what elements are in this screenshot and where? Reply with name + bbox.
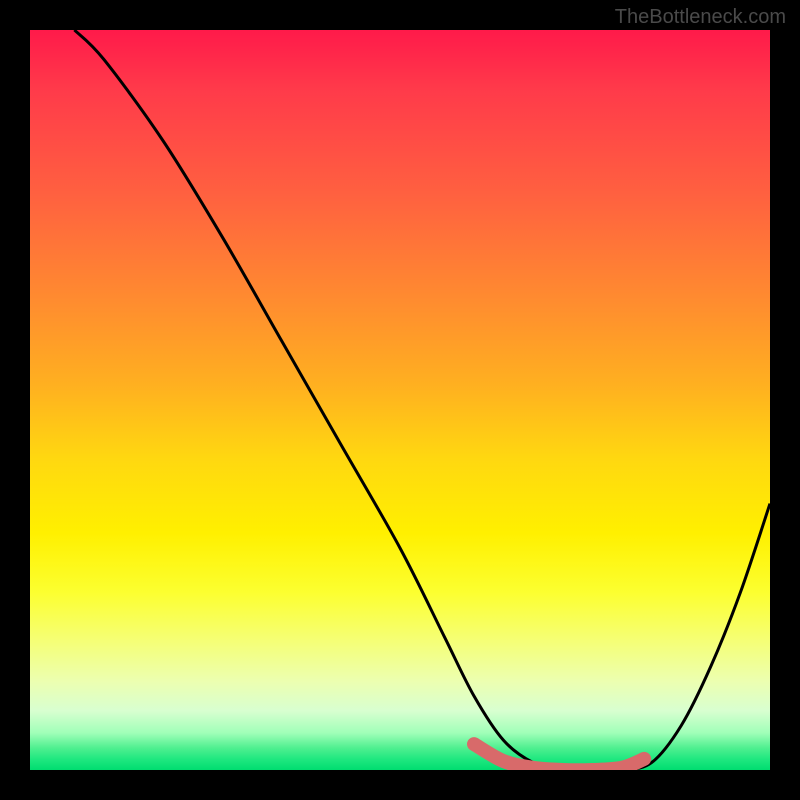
- bottleneck-curve-path: [74, 30, 770, 770]
- chart-svg: [30, 30, 770, 770]
- optimal-range-marker-path: [474, 744, 644, 770]
- chart-plot-area: [30, 30, 770, 770]
- optimal-range-marker-dot: [468, 738, 480, 750]
- watermark-text: TheBottleneck.com: [615, 6, 786, 29]
